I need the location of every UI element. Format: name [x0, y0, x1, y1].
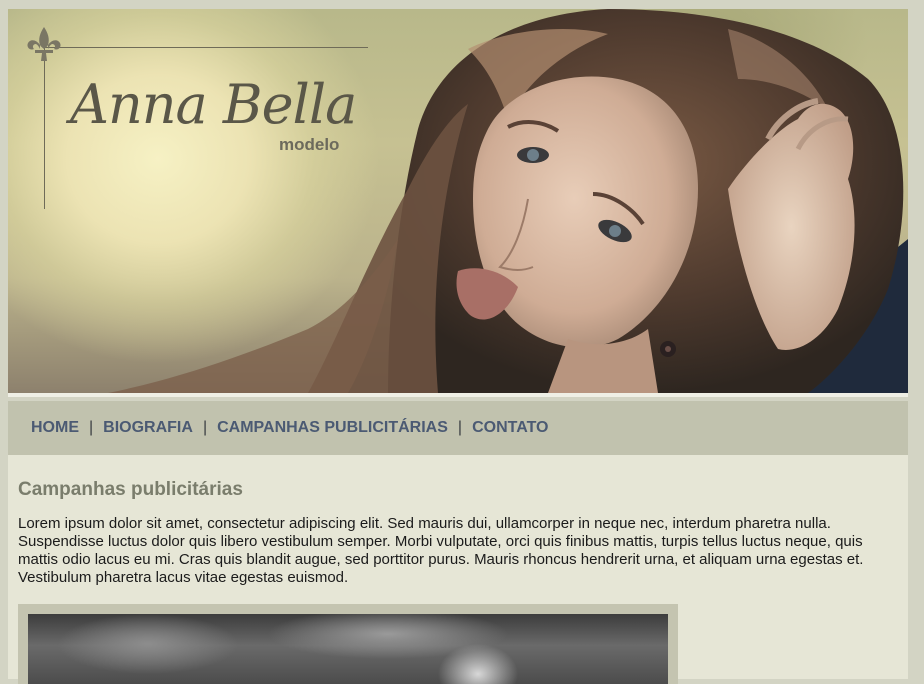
campaign-photo — [28, 614, 668, 684]
nav-separator: | — [457, 419, 463, 436]
main-navigation: HOME | BIOGRAFIA | CAMPANHAS PUBLICITÁRI… — [8, 401, 908, 455]
campaign-photo-frame — [18, 604, 678, 684]
page-title: Campanhas publicitárias — [18, 479, 243, 500]
fleur-de-lis-icon — [27, 27, 61, 61]
header-banner: Anna Bella modelo — [8, 9, 908, 393]
nav-separator: | — [202, 419, 208, 436]
banner-model-photo — [108, 9, 908, 393]
page: Anna Bella modelo HOME | BIOGRAFIA | CAM… — [8, 9, 908, 684]
logo-vertical-rule — [44, 43, 45, 209]
main-content: Campanhas publicitárias Lorem ipsum dolo… — [8, 455, 908, 684]
intro-paragraph: Lorem ipsum dolor sit amet, consectetur … — [18, 515, 864, 586]
brand-subtitle: modelo — [279, 135, 340, 154]
nav-item-home[interactable]: HOME — [31, 419, 79, 437]
nav-separator: | — [89, 419, 94, 436]
brand-name: Anna Bella — [70, 73, 357, 136]
nav-item-biografia[interactable]: BIOGRAFIA — [103, 419, 193, 437]
logo-horizontal-rule — [44, 47, 368, 48]
nav-item-contato[interactable]: CONTATO — [472, 419, 548, 437]
nav-item-campanhas[interactable]: CAMPANHAS PUBLICITÁRIAS — [217, 419, 448, 437]
banner-bottom-border — [8, 393, 908, 397]
